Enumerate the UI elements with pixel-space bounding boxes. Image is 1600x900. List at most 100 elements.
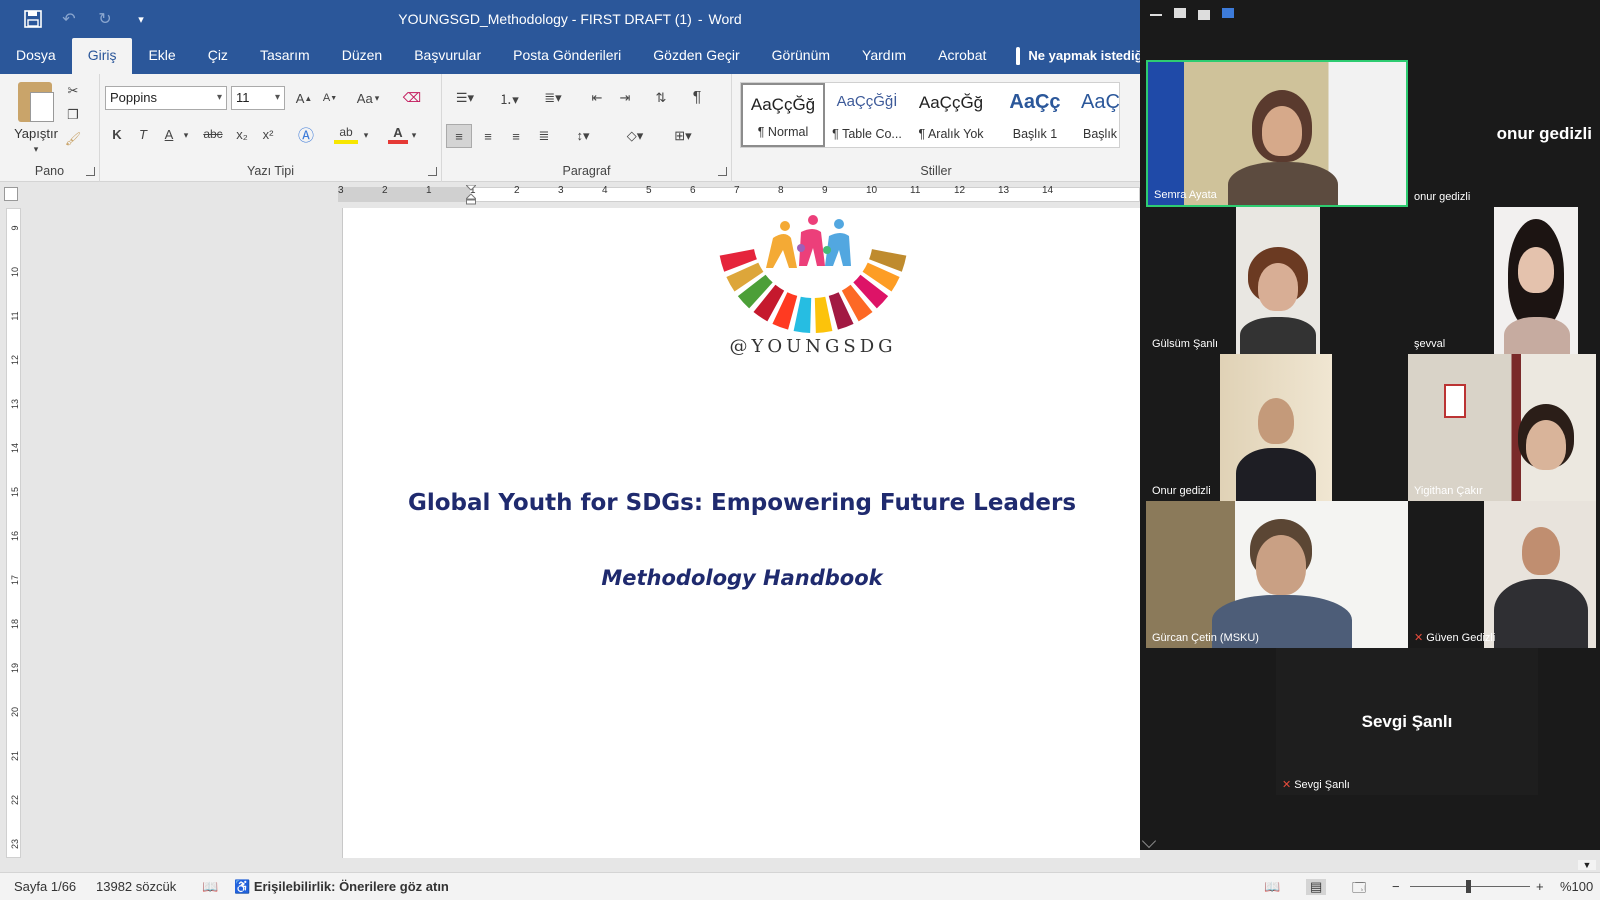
tell-me-text: Ne yapmak istediğ xyxy=(1028,48,1140,63)
customize-qat-icon[interactable]: ▾ xyxy=(130,8,152,30)
paste-button[interactable]: Yapıştır xyxy=(6,126,66,141)
decrease-indent-icon[interactable]: ⇤ xyxy=(586,88,608,108)
horizontal-ruler[interactable]: 3 2 1 1 2 3 4 5 6 7 8 9 10 11 12 13 14 xyxy=(0,183,1140,205)
style-no-spacing[interactable]: AaÇçĞğ ¶ Aralık Yok xyxy=(909,83,993,147)
tab-references[interactable]: Başvurular xyxy=(398,38,497,74)
participant-tile[interactable]: Yigithan Çakır xyxy=(1408,354,1596,501)
borders-icon[interactable]: ⊞▾ xyxy=(666,124,700,148)
tab-selector[interactable] xyxy=(4,187,18,201)
document-heading[interactable]: Global Youth for SDGs: Empowering Future… xyxy=(343,490,1140,516)
italic-button[interactable]: T xyxy=(134,124,152,144)
resize-handle-icon[interactable] xyxy=(1141,833,1157,849)
cut-icon[interactable]: ✂ xyxy=(64,82,82,100)
tab-view[interactable]: Görünüm xyxy=(756,38,846,74)
tab-mailings[interactable]: Posta Gönderileri xyxy=(497,38,637,74)
zoom-level[interactable]: %100 xyxy=(1560,879,1593,894)
gallery-view-icon[interactable] xyxy=(1222,8,1234,18)
line-spacing-icon[interactable]: ↕▾ xyxy=(566,124,600,148)
align-left-icon[interactable]: ≡ xyxy=(446,124,472,148)
tell-me-search[interactable]: Ne yapmak istediğ xyxy=(1002,38,1140,74)
print-layout-icon[interactable]: ▤ xyxy=(1306,879,1327,895)
format-painter-icon[interactable]: 🖌 xyxy=(64,130,82,148)
font-color-dropdown-icon[interactable]: ▾ xyxy=(408,126,420,144)
superscript-button[interactable]: x² xyxy=(258,124,278,144)
style-table-contents[interactable]: AaÇçĞğİ ¶ Table Co... xyxy=(825,83,909,147)
clear-formatting-icon[interactable]: ⌫ xyxy=(402,88,422,108)
font-group-label: Yazı Tipi xyxy=(246,164,294,178)
paste-dropdown-icon[interactable]: ▾ xyxy=(30,144,42,154)
tab-insert[interactable]: Ekle xyxy=(132,38,191,74)
numbering-icon[interactable]: ⒈▾ xyxy=(494,88,524,108)
proofing-icon[interactable]: 📖 xyxy=(202,879,218,895)
text-effects-icon[interactable]: Ⓐ xyxy=(296,124,316,145)
accessibility-text: Erişilebilirlik: Önerilere göz atın xyxy=(253,879,449,894)
participant-tile[interactable]: Gülsüm Şanlı xyxy=(1146,207,1408,354)
tab-help[interactable]: Yardım xyxy=(846,38,922,74)
strip-view-icon[interactable] xyxy=(1198,10,1210,16)
style-normal[interactable]: AaÇçĞğ ¶ Normal xyxy=(741,83,825,147)
accessibility-checker[interactable]: ♿ Erişilebilirlik: Önerilere göz atın xyxy=(234,879,449,895)
indent-marker-icon[interactable] xyxy=(464,184,478,205)
align-right-icon[interactable]: ≡ xyxy=(504,124,528,148)
participant-tile[interactable]: Gürcan Çetin (MSKU) xyxy=(1146,501,1408,648)
sort-icon[interactable]: ⇅ xyxy=(650,88,672,108)
participant-tile[interactable]: Semra Ayata xyxy=(1146,60,1408,207)
participant-tile[interactable]: ✕ Güven Gedizli xyxy=(1408,501,1596,648)
highlight-dropdown-icon[interactable]: ▾ xyxy=(360,126,372,144)
underline-dropdown-icon[interactable]: ▾ xyxy=(180,126,192,144)
minimize-icon[interactable] xyxy=(1150,14,1162,16)
read-mode-icon[interactable]: 📖 xyxy=(1264,879,1280,895)
underline-button[interactable]: A xyxy=(160,124,178,144)
shrink-font-icon[interactable]: A ▼ xyxy=(320,88,340,108)
zoom-out-icon[interactable]: − xyxy=(1392,879,1400,894)
grow-font-icon[interactable]: A ▲ xyxy=(294,88,314,108)
participant-tile[interactable]: onur gedizli onur gedizli xyxy=(1408,60,1596,207)
increase-indent-icon[interactable]: ⇥ xyxy=(614,88,636,108)
participant-tile[interactable]: şevval xyxy=(1408,207,1596,354)
redo-icon[interactable]: ↻ xyxy=(94,8,116,30)
style-heading-1[interactable]: AaÇç Başlık 1 xyxy=(993,83,1077,147)
change-case-button[interactable]: Aa ▾ xyxy=(350,88,386,108)
scroll-down-icon[interactable]: ▼ xyxy=(1578,860,1596,870)
participant-tile[interactable]: Onur gedizli xyxy=(1146,354,1408,501)
document-page[interactable]: @YOUNGSDG Global Youth for SDGs: Empower… xyxy=(342,208,1140,858)
paste-icon[interactable] xyxy=(18,82,54,122)
multilevel-list-icon[interactable]: ≣▾ xyxy=(538,88,568,108)
document-subheading[interactable]: Methodology Handbook xyxy=(343,566,1140,590)
undo-icon[interactable]: ↶ xyxy=(58,8,80,30)
vertical-ruler[interactable]: 9 10 11 12 13 14 15 16 17 18 19 20 21 22 23 xyxy=(6,208,21,858)
tab-home[interactable]: Giriş xyxy=(71,38,133,74)
subscript-button[interactable]: x₂ xyxy=(232,124,252,144)
font-launcher-icon[interactable] xyxy=(428,167,437,176)
tab-design[interactable]: Tasarım xyxy=(244,38,326,74)
tab-layout[interactable]: Düzen xyxy=(326,38,398,74)
style-heading[interactable]: AaÇ Başlık xyxy=(1077,83,1121,147)
bullets-icon[interactable]: ☰▾ xyxy=(450,88,480,108)
strikethrough-button[interactable]: abc xyxy=(200,124,226,144)
paragraph-launcher-icon[interactable] xyxy=(718,167,727,176)
speaker-view-icon[interactable] xyxy=(1174,8,1186,18)
zoom-slider-thumb[interactable] xyxy=(1465,880,1471,893)
page-indicator[interactable]: Sayfa 1/66 xyxy=(14,879,76,894)
bold-button[interactable]: K xyxy=(108,124,126,144)
font-family-select[interactable]: Poppins xyxy=(105,86,227,110)
font-size-select[interactable]: 11 xyxy=(231,86,285,110)
web-layout-icon[interactable]: 🗔 xyxy=(1352,879,1366,900)
word-count[interactable]: 13982 sözcük xyxy=(96,879,176,894)
justify-icon[interactable]: ≣ xyxy=(532,124,556,148)
tab-acrobat[interactable]: Acrobat xyxy=(922,38,1002,74)
show-formatting-icon[interactable]: ¶ xyxy=(686,88,708,108)
tab-review[interactable]: Gözden Geçir xyxy=(637,38,755,74)
participant-tile[interactable]: Sevgi Şanlı ✕ Sevgi Şanlı xyxy=(1276,648,1538,795)
align-center-icon[interactable]: ≡ xyxy=(476,124,500,148)
save-icon[interactable] xyxy=(22,8,44,30)
tab-draw[interactable]: Çiz xyxy=(192,38,244,74)
highlight-button[interactable]: ab xyxy=(334,124,358,144)
change-case-label: Aa xyxy=(356,90,373,106)
shading-icon[interactable]: ◇▾ xyxy=(618,124,652,148)
clipboard-launcher-icon[interactable] xyxy=(86,167,95,176)
tab-file[interactable]: Dosya xyxy=(0,38,72,74)
font-color-button[interactable]: A xyxy=(388,124,408,144)
zoom-in-icon[interactable]: + xyxy=(1536,879,1544,894)
copy-icon[interactable]: ❐ xyxy=(64,106,82,124)
